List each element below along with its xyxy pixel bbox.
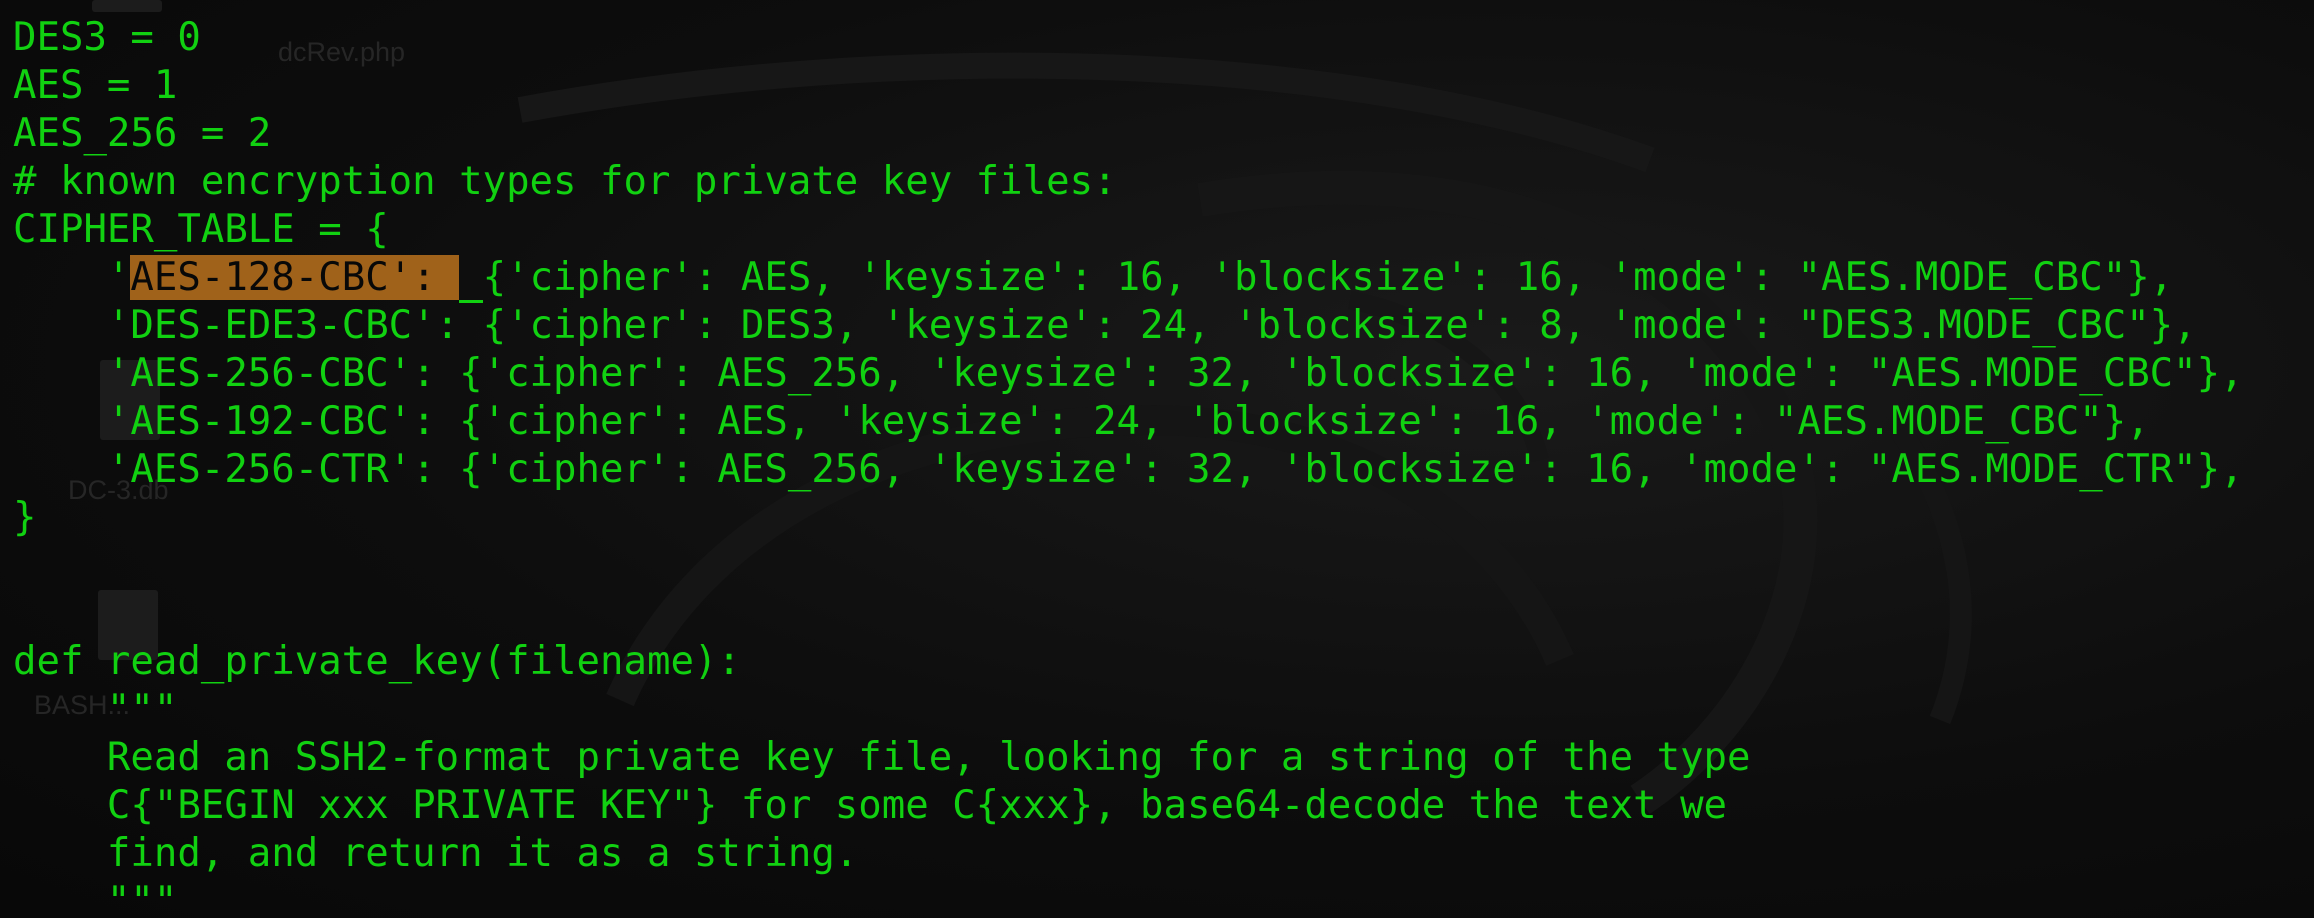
code-line: DES3 = 0 [13, 15, 201, 60]
code-line: 'AES-192-CBC': {'cipher': AES, 'keysize'… [13, 399, 2150, 444]
code-line: C{"BEGIN xxx PRIVATE KEY"} for some C{xx… [13, 783, 1728, 828]
text-selection[interactable]: AES-128-CBC': [130, 255, 460, 300]
code-line: } [13, 495, 37, 540]
code-line: 'AES-256-CBC': {'cipher': AES_256, 'keys… [13, 351, 2244, 396]
terminal-window[interactable]: dcRev.php DC-3.db BASH... DES3 = 0 AES = … [0, 0, 2314, 918]
code-line: find, and return it as a string. [13, 831, 859, 876]
code-line: Read an SSH2-format private key file, lo… [13, 735, 1751, 780]
code-line: AES = 1 [13, 63, 178, 108]
file-icon [92, 0, 162, 12]
code-line: 'DES-EDE3-CBC': {'cipher': DES3, 'keysiz… [13, 303, 2197, 348]
code-line: AES_256 = 2 [13, 111, 272, 156]
text-cursor [459, 255, 483, 303]
code-line: """ [13, 879, 178, 918]
code-line-selected: 'AES-128-CBC': {'cipher': AES, 'keysize'… [13, 254, 2244, 303]
line-prefix: ' [13, 255, 131, 300]
code-line: """ [13, 687, 178, 732]
line-suffix: {'cipher': AES, 'keysize': 16, 'blocksiz… [482, 255, 2174, 300]
code-line: def read_private_key(filename): [13, 639, 741, 684]
terminal-text[interactable]: DES3 = 0 AES = 1 AES_256 = 2 # known encryp… [13, 14, 2244, 918]
code-line: # known encryption types for private key… [13, 159, 1117, 204]
code-line: CIPHER_TABLE = { [13, 207, 389, 252]
code-line: 'AES-256-CTR': {'cipher': AES_256, 'keys… [13, 447, 2244, 492]
